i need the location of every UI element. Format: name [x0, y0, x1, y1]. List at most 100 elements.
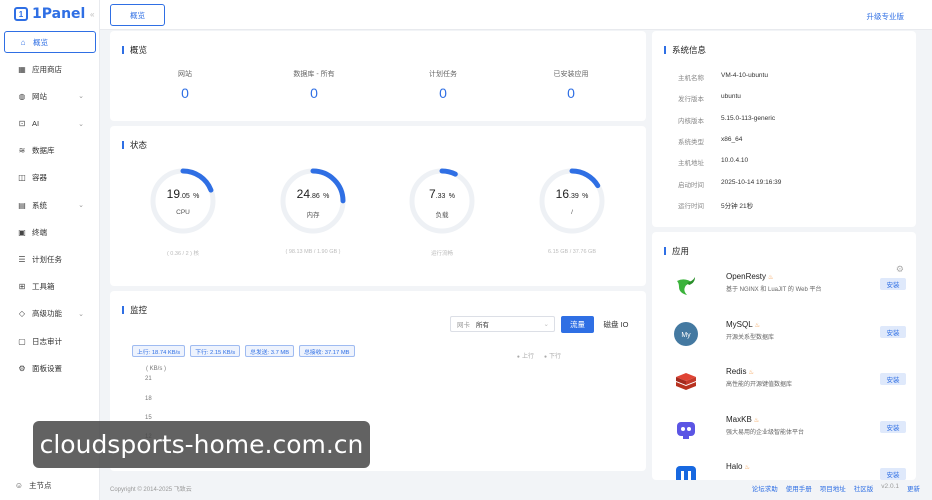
gauge-subtext: 6.15 GB / 37.76 GB	[547, 249, 596, 255]
gauge-int: 24	[296, 187, 311, 201]
sidebar-item-label: 终端	[32, 227, 47, 237]
stat-cron-tasks[interactable]: 计划任务 0	[378, 69, 508, 101]
app-list-item[interactable]: Halo ♨ 安装	[670, 458, 906, 480]
top-bar: 概览 升级专业版	[100, 0, 932, 30]
stat-websites[interactable]: 网站 0	[120, 69, 250, 101]
tab-overview[interactable]: 概览	[110, 4, 165, 26]
gauge-subtext: 运行流畅	[430, 251, 453, 257]
stat-installed-apps[interactable]: 已安装应用 0	[506, 69, 636, 101]
footer-link-edition[interactable]: 社区版	[854, 483, 874, 493]
sysinfo-value: 2025-10-14 19:16:39	[721, 178, 782, 186]
gauge-label: 负载	[435, 212, 449, 219]
sidebar-item-1[interactable]: ▦ 应用商店	[4, 58, 96, 80]
gauge-ring	[409, 168, 475, 234]
maxkb-icon	[670, 413, 702, 445]
sidebar-item-10[interactable]: ◇ 高级功能 ⌄	[4, 303, 96, 325]
sidebar-item-8[interactable]: ☰ 计划任务	[4, 249, 96, 271]
app-name: OpenResty ♨	[726, 272, 773, 281]
sysinfo-row: 内核版本 5.15.0-113-generic	[678, 115, 775, 125]
gauge-ring	[150, 168, 216, 234]
sidebar-item-11[interactable]: ▢ 日志审计	[4, 330, 96, 352]
robot-icon: ⊡	[18, 119, 26, 129]
stat-value: 0	[181, 85, 189, 101]
stat-value: 0	[567, 85, 575, 101]
chart-legend: 上行 下行	[517, 351, 561, 360]
gauge-dec: .05	[180, 193, 190, 200]
legend-download[interactable]: 下行	[544, 351, 561, 360]
update-link[interactable]: 更新	[907, 483, 920, 493]
gauge-label: CPU	[176, 209, 190, 216]
gauge-value: 24.86 %	[278, 187, 348, 201]
app-list-item[interactable]: MaxKB ♨ 强大易用的企业级智能体平台 安装	[670, 411, 906, 455]
sysinfo-key: 主机名称	[678, 75, 704, 82]
sysinfo-row: 系统类型 x86_64	[678, 136, 742, 146]
sidebar-item-0[interactable]: ⌂ 概览	[4, 31, 96, 53]
gauge-3: 16.39 % /	[537, 166, 607, 236]
node-switcher[interactable]: ☺ 主节点	[14, 480, 52, 491]
collapse-icon[interactable]: «	[90, 10, 94, 19]
footer-link-docs[interactable]: 使用手册	[786, 483, 812, 493]
settings-icon: ⚙	[18, 363, 26, 373]
chevron-down-icon: ⌄	[78, 93, 84, 101]
sidebar-menu: ⌂ 概览 ▦ 应用商店 ◍ 网站 ⌄ ⊡ AI ⌄ ≋ 数据库 ◫ 容器 ▤ 系统 ⌄ ▣ 终端 ☰ 计划任务 ⊞ 工具箱 ◇…	[4, 31, 96, 384]
sidebar-item-4[interactable]: ≋ 数据库	[4, 140, 96, 162]
sysinfo-value: 10.0.4.10	[721, 157, 749, 165]
sysinfo-value: 5分钟 21秒	[721, 202, 754, 210]
sidebar-item-6[interactable]: ▤ 系统 ⌄	[4, 194, 96, 216]
apps-title: 应用	[664, 245, 689, 257]
legend-upload[interactable]: 上行	[517, 351, 534, 360]
chevron-down-icon: ⌄	[78, 310, 84, 318]
gauge-subtext: ( 98.13 MB / 1.90 GB )	[285, 249, 341, 255]
chevron-down-icon: ⌄	[543, 321, 549, 328]
install-button[interactable]: 安装	[880, 373, 906, 385]
task-icon: ☰	[18, 255, 26, 264]
brand-name: 1Panel	[32, 6, 86, 22]
install-button[interactable]: 安装	[880, 325, 906, 338]
footer-link-repo[interactable]: 项目地址	[820, 483, 846, 493]
y-axis-unit: ( KB/s )	[146, 366, 167, 372]
sysinfo-row: 运行时间 5分钟 21秒	[678, 200, 753, 210]
brand-logo[interactable]: 1 1Panel	[14, 5, 85, 23]
footer-link-forum[interactable]: 论坛求助	[752, 483, 778, 493]
app-list-item[interactable]: My MySQL ♨ 开源关系型数据库 安装	[670, 316, 906, 360]
log-icon: ▢	[18, 336, 26, 346]
nic-select[interactable]: 网卡 所有 ⌄	[450, 316, 555, 332]
sidebar-item-7[interactable]: ▣ 终端	[4, 221, 96, 243]
install-button[interactable]: 安装	[880, 468, 906, 480]
sysinfo-key: 发行版本	[678, 96, 704, 104]
sidebar-item-2[interactable]: ◍ 网站 ⌄	[4, 85, 96, 107]
traffic-button[interactable]: 流量	[561, 316, 594, 333]
sidebar-item-9[interactable]: ⊞ 工具箱	[4, 276, 96, 298]
app-list-item[interactable]: OpenResty ♨ 基于 NGINX 和 LuaJIT 的 Web 平台 安装	[670, 268, 906, 312]
sysinfo-key: 启动时间	[678, 181, 704, 189]
sysinfo-row: 发行版本 ubuntu	[678, 93, 741, 103]
gauge-unit: %	[193, 193, 200, 200]
stat-label: 已安装应用	[553, 71, 589, 78]
install-button[interactable]: 安装	[880, 420, 906, 433]
stat-databases[interactable]: 数据库 - 所有 0	[249, 69, 379, 101]
stat-label: 网站	[178, 71, 192, 78]
sysinfo-value: x86_64	[721, 135, 743, 143]
app-desc: 开源关系型数据库	[726, 334, 775, 341]
upgrade-pro-link[interactable]: 升级专业版	[867, 11, 905, 22]
gauge-1: 24.86 % 内存	[278, 166, 348, 236]
flame-icon: ♨	[753, 417, 760, 424]
install-button[interactable]: 安装	[880, 278, 906, 290]
sidebar-item-label: 应用商店	[32, 64, 62, 74]
sysinfo-value: VM-4-10-ubuntu	[721, 72, 768, 79]
sidebar-item-5[interactable]: ◫ 容器	[4, 167, 96, 189]
sysinfo-key: 运行时间	[678, 202, 704, 210]
nic-select-label: 网卡	[457, 322, 470, 329]
disk-io-button[interactable]: 磁盘 IO	[596, 316, 636, 333]
svg-text:My: My	[681, 332, 691, 339]
gauge-0: 19.05 % CPU	[148, 166, 218, 236]
app-name-text: Redis	[726, 367, 747, 376]
app-list-item[interactable]: Redis ♨ 高性能的开源键值数据库 安装	[670, 363, 906, 407]
sysinfo-row: 主机名称 VM-4-10-ubuntu	[678, 72, 768, 82]
toolbox-icon: ⊞	[18, 282, 26, 292]
gauge-subtext: ( 0.36 / 2 ) 核	[166, 251, 200, 257]
sidebar-item-12[interactable]: ⚙ 面板设置	[4, 357, 96, 379]
app-name: Redis ♨	[726, 367, 754, 376]
sidebar-item-3[interactable]: ⊡ AI ⌄	[4, 113, 96, 135]
redis-icon	[670, 365, 702, 397]
